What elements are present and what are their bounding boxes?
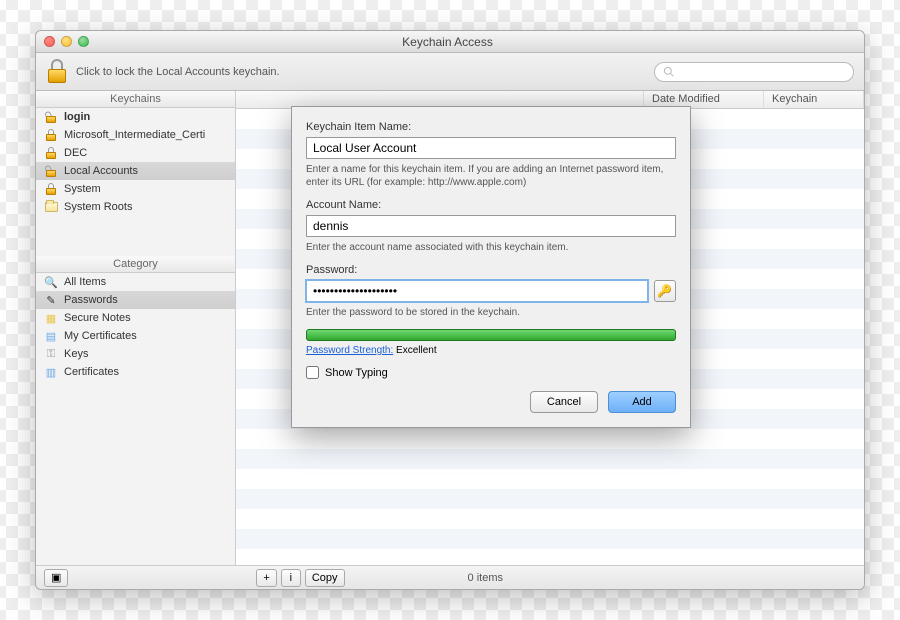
strength-link[interactable]: Password Strength: bbox=[306, 345, 393, 356]
sidebar-item-label: Microsoft_Intermediate_Certi bbox=[64, 129, 205, 141]
sidebar-item-system-roots[interactable]: System Roots bbox=[36, 198, 235, 216]
category-header: Category bbox=[36, 256, 235, 273]
search-input[interactable] bbox=[678, 66, 845, 78]
password-help: Enter the password to be stored in the k… bbox=[306, 306, 676, 319]
category-all-items[interactable]: 🔍 All Items bbox=[36, 273, 235, 291]
copy-button[interactable]: Copy bbox=[305, 569, 345, 587]
list-row bbox=[236, 489, 864, 509]
list-row bbox=[236, 509, 864, 529]
password-label: Password: bbox=[306, 264, 676, 276]
list-row bbox=[236, 429, 864, 449]
app-window: Keychain Access Click to lock the Local … bbox=[35, 30, 865, 590]
my-cert-icon: ▤ bbox=[44, 329, 58, 343]
sidebar-item-label: Secure Notes bbox=[64, 312, 131, 324]
item-count: 0 items bbox=[349, 572, 622, 584]
titlebar: Keychain Access bbox=[36, 31, 864, 53]
folder-icon bbox=[44, 200, 58, 214]
category-certificates[interactable]: ▥ Certificates bbox=[36, 363, 235, 381]
account-name-help: Enter the account name associated with t… bbox=[306, 241, 676, 254]
sidebar-item-label: All Items bbox=[64, 276, 106, 288]
show-pane-button[interactable]: ▣ bbox=[44, 569, 68, 587]
category-keys[interactable]: ⚿ Keys bbox=[36, 345, 235, 363]
show-typing-checkbox[interactable] bbox=[306, 366, 319, 379]
show-typing-label: Show Typing bbox=[325, 367, 388, 379]
traffic-lights bbox=[44, 36, 89, 47]
keychains-header: Keychains bbox=[36, 91, 235, 108]
window-title: Keychain Access bbox=[89, 35, 806, 49]
sidebar-item-label: My Certificates bbox=[64, 330, 137, 342]
sidebar-item-label: Local Accounts bbox=[64, 165, 138, 177]
sidebar: Keychains login Microsoft_Intermediate_C… bbox=[36, 91, 236, 565]
lock-icon bbox=[44, 182, 58, 196]
lock-icon[interactable] bbox=[46, 59, 68, 85]
new-item-dialog: Keychain Item Name: Enter a name for thi… bbox=[291, 106, 691, 428]
sidebar-item-system[interactable]: System bbox=[36, 180, 235, 198]
sidebar-item-local-accounts[interactable]: Local Accounts bbox=[36, 162, 235, 180]
strength-meter bbox=[306, 329, 676, 341]
account-name-input[interactable] bbox=[306, 215, 676, 237]
strength-row: Password Strength: Excellent bbox=[306, 345, 676, 356]
sidebar-item-label: DEC bbox=[64, 147, 87, 159]
cancel-button[interactable]: Cancel bbox=[530, 391, 598, 413]
category-list: 🔍 All Items ✎ Passwords ▦ Secure Notes ▤… bbox=[36, 273, 235, 381]
col-keychain[interactable]: Keychain bbox=[764, 91, 864, 108]
category-secure-notes[interactable]: ▦ Secure Notes bbox=[36, 309, 235, 327]
list-row bbox=[236, 469, 864, 489]
toolbar: Click to lock the Local Accounts keychai… bbox=[36, 53, 864, 91]
strength-value: Excellent bbox=[396, 345, 437, 356]
note-icon: ▦ bbox=[44, 311, 58, 325]
search-field[interactable] bbox=[654, 62, 854, 82]
lock-open-icon bbox=[44, 110, 58, 124]
list-row bbox=[236, 529, 864, 549]
item-name-input[interactable] bbox=[306, 137, 676, 159]
sidebar-item-dec[interactable]: DEC bbox=[36, 144, 235, 162]
category-my-certificates[interactable]: ▤ My Certificates bbox=[36, 327, 235, 345]
key-icon: 🔑 bbox=[657, 284, 672, 298]
sidebar-item-label: System bbox=[64, 183, 101, 195]
cert-icon: ▥ bbox=[44, 365, 58, 379]
sidebar-item-login[interactable]: login bbox=[36, 108, 235, 126]
lock-icon bbox=[44, 146, 58, 160]
list-row bbox=[236, 449, 864, 469]
info-button[interactable]: i bbox=[281, 569, 301, 587]
sidebar-item-label: Certificates bbox=[64, 366, 119, 378]
lock-message: Click to lock the Local Accounts keychai… bbox=[76, 66, 280, 78]
keys-icon: ⚿ bbox=[44, 347, 58, 361]
item-name-label: Keychain Item Name: bbox=[306, 121, 676, 133]
lock-open-icon bbox=[44, 164, 58, 178]
passwords-icon: ✎ bbox=[44, 293, 58, 307]
category-passwords[interactable]: ✎ Passwords bbox=[36, 291, 235, 309]
sidebar-item-microsoft[interactable]: Microsoft_Intermediate_Certi bbox=[36, 126, 235, 144]
sidebar-item-label: login bbox=[64, 111, 90, 123]
close-icon[interactable] bbox=[44, 36, 55, 47]
sidebar-item-label: Passwords bbox=[64, 294, 118, 306]
item-name-help: Enter a name for this keychain item. If … bbox=[306, 163, 676, 189]
footer: ▣ + i Copy 0 items bbox=[36, 565, 864, 589]
keychains-list: login Microsoft_Intermediate_Certi DEC L… bbox=[36, 108, 235, 216]
zoom-icon[interactable] bbox=[78, 36, 89, 47]
sidebar-item-label: System Roots bbox=[64, 201, 132, 213]
password-assistant-button[interactable]: 🔑 bbox=[654, 280, 676, 302]
password-input[interactable] bbox=[306, 280, 648, 302]
search-icon bbox=[663, 66, 674, 77]
add-button[interactable]: Add bbox=[608, 391, 676, 413]
add-button[interactable]: + bbox=[256, 569, 276, 587]
sidebar-item-label: Keys bbox=[64, 348, 88, 360]
lock-icon bbox=[44, 128, 58, 142]
all-items-icon: 🔍 bbox=[44, 275, 58, 289]
account-name-label: Account Name: bbox=[306, 199, 676, 211]
minimize-icon[interactable] bbox=[61, 36, 72, 47]
